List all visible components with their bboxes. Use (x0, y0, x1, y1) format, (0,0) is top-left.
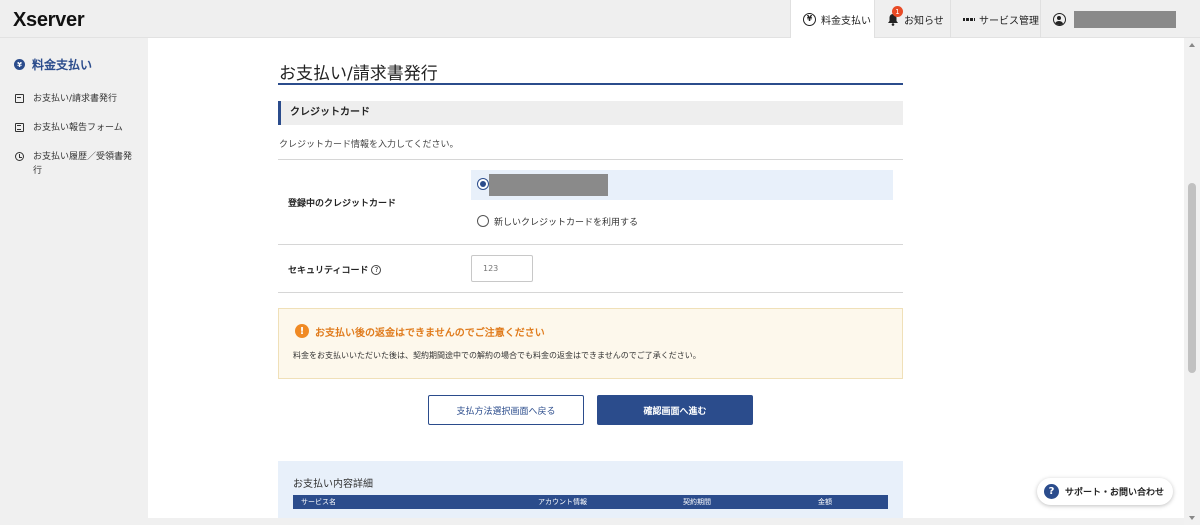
yen-icon: ¥ (14, 59, 25, 70)
payment-detail-title: お支払い内容詳細 (293, 479, 373, 490)
notice-text: 料金をお支払いいただいた後は、契約期間途中での解約の場合でも料金の返金はできませ… (293, 351, 701, 360)
user-icon (1053, 12, 1066, 26)
column-header-amount: 金額 (818, 498, 832, 506)
sidebar-item-payment-history[interactable]: お支払い履歴／受領書発行 (15, 150, 133, 178)
security-code-input[interactable] (471, 255, 533, 282)
divider (278, 292, 903, 293)
new-card-radio[interactable] (477, 215, 489, 227)
sidebar-item-label: お支払い履歴／受領書発行 (33, 152, 133, 176)
nav-service-management[interactable]: サービス管理 (950, 0, 1040, 38)
back-to-payment-method-button[interactable]: 支払方法選択画面へ戻る (428, 395, 584, 425)
form-icon (15, 123, 24, 132)
scrollbar-thumb[interactable] (1188, 183, 1196, 373)
security-code-label: セキュリティコード ? (288, 263, 382, 276)
nav-notifications[interactable]: 1 お知らせ (874, 0, 950, 38)
section-description: クレジットカード情報を入力してください。 (279, 140, 459, 150)
sidebar-item-label: お支払い報告フォーム (33, 123, 123, 133)
help-icon[interactable]: ? (371, 264, 382, 275)
refund-notice: ! お支払い後の返金はできませんのでご注意ください 料金をお支払いいただいた後は… (278, 308, 903, 379)
yen-icon: ¥ (803, 12, 816, 26)
new-card-label[interactable]: 新しいクレジットカードを利用する (494, 215, 638, 228)
page-title: お支払い/請求書発行 (279, 64, 438, 84)
payment-detail-panel: お支払い内容詳細 サービス名 アカウント情報 契約期間 金額 (278, 461, 903, 518)
proceed-to-confirm-button[interactable]: 確認画面へ進む (597, 395, 753, 425)
xserver-logo[interactable]: Xserver (13, 9, 85, 32)
divider (278, 244, 903, 245)
column-header-service: サービス名 (301, 498, 336, 506)
clock-icon (15, 152, 24, 161)
notification-badge: 1 (892, 6, 903, 17)
support-contact-label: サポート・お問い合わせ (1065, 488, 1165, 498)
registered-card-radio[interactable] (477, 178, 489, 190)
sidebar-title-label: 料金支払い (32, 58, 93, 72)
section-heading-credit-card: クレジットカード (278, 101, 903, 125)
grid-icon (963, 14, 974, 25)
nav-user-account[interactable] (1040, 0, 1184, 38)
nav-billing[interactable]: ¥ 料金支払い (790, 0, 874, 38)
nav-billing-label: 料金支払い (821, 15, 871, 27)
nav-service-management-label: サービス管理 (979, 15, 1039, 27)
registered-card-label: 登録中のクレジットカード (288, 199, 397, 209)
card-number-redacted (489, 174, 608, 196)
scrollbar[interactable] (1184, 38, 1200, 525)
notice-title: お支払い後の返金はできませんのでご注意ください (315, 328, 545, 339)
nav-notifications-label: お知らせ (904, 15, 944, 27)
top-header: Xserver ¥ 料金支払い 1 お知らせ サービス管理 (0, 0, 1200, 38)
sidebar: ¥ 料金支払い お支払い/請求書発行 お支払い報告フォーム お支払い履歴／受領書… (0, 38, 148, 525)
sidebar-item-label: お支払い/請求書発行 (33, 94, 118, 104)
invoice-icon (15, 94, 24, 103)
support-contact-button[interactable]: ? サポート・お問い合わせ (1037, 478, 1173, 505)
security-code-label-text: セキュリティコード (288, 266, 369, 276)
scroll-up-icon[interactable] (1189, 43, 1195, 47)
title-underline (278, 83, 903, 85)
payment-detail-table-header: サービス名 アカウント情報 契約期間 金額 (293, 495, 888, 509)
question-icon: ? (1044, 484, 1059, 499)
sidebar-title[interactable]: ¥ 料金支払い (14, 56, 92, 73)
column-header-period: 契約期間 (683, 498, 711, 506)
divider (278, 159, 903, 160)
column-header-account: アカウント情報 (538, 498, 587, 506)
sidebar-item-payment-invoice[interactable]: お支払い/請求書発行 (15, 92, 143, 106)
scroll-down-icon[interactable] (1189, 516, 1195, 520)
warning-icon: ! (295, 324, 309, 338)
username-redacted (1074, 10, 1176, 28)
sidebar-item-payment-report[interactable]: お支払い報告フォーム (15, 121, 143, 135)
